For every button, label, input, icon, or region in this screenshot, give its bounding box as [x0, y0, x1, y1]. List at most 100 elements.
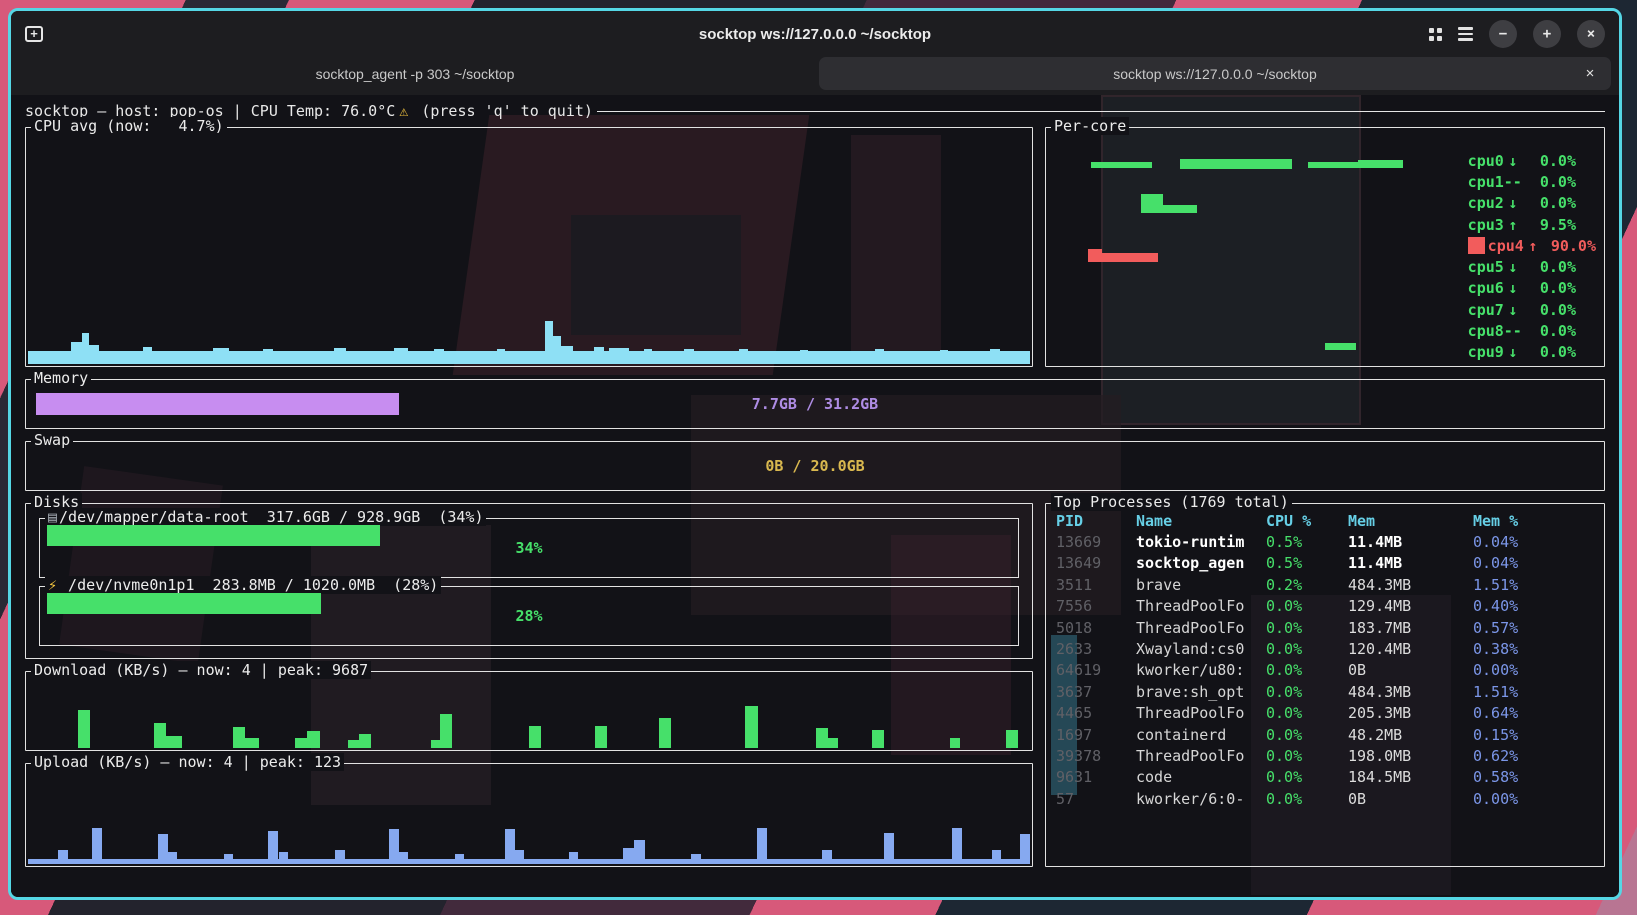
spark-bar	[739, 349, 748, 364]
process-cell: 0.38%	[1473, 640, 1596, 658]
core-value: 9.5%	[1522, 216, 1576, 234]
process-cell: Xwayland:cs0	[1136, 640, 1266, 658]
window-title: socktop ws://127.0.0.0 ~/socktop	[11, 26, 1619, 43]
process-cell: 11.4MB	[1348, 533, 1473, 551]
process-cell: 184.5MB	[1348, 768, 1473, 786]
process-table-body: 13669tokio-runtim0.5%11.4MB0.04%13649soc…	[1056, 531, 1596, 809]
process-cell: 183.7MB	[1348, 619, 1473, 637]
menu-icon[interactable]	[1458, 27, 1473, 41]
process-cell: 7556	[1056, 597, 1136, 615]
panel-title: CPU avg (now: 4.7%)	[31, 117, 227, 135]
process-cell: 0.64%	[1473, 704, 1596, 722]
top-processes-panel: Top Processes (1769 total) PID Name CPU …	[1045, 503, 1605, 867]
process-cell: 1.51%	[1473, 683, 1596, 701]
spark-bar	[78, 710, 90, 748]
core-activity-segment	[1088, 253, 1158, 262]
core-value: 0.0%	[1522, 173, 1576, 191]
core-activity-segment	[1091, 162, 1152, 168]
spark-bar	[497, 349, 505, 364]
disk-nvme: ⚡ /dev/nvme0n1p1 283.8MB / 1020.0MB (28%…	[39, 586, 1019, 646]
download-sparkline	[28, 686, 1030, 748]
memory-label: 7.7GB / 31.2GB	[26, 395, 1604, 413]
core-row: cpu9↓0.0%	[1468, 342, 1596, 363]
core-name: cpu7	[1468, 301, 1504, 319]
process-cell: 0.0%	[1266, 597, 1348, 615]
process-row: 5018ThreadPoolFo0.0%183.7MB0.57%	[1056, 617, 1596, 638]
core-value: 0.0%	[1522, 152, 1576, 170]
terminal-screen[interactable]: socktop — host: pop-os | CPU Temp: 76.0°…	[11, 95, 1619, 897]
spark-bar	[691, 854, 701, 864]
process-cell: 1.51%	[1473, 576, 1596, 594]
process-row: 13649socktop_agen0.5%11.4MB0.04%	[1056, 553, 1596, 574]
trend-icon: ↓	[1504, 194, 1522, 212]
core-name: cpu6	[1468, 279, 1504, 297]
process-cell: 484.3MB	[1348, 576, 1473, 594]
spark-bar	[434, 349, 444, 364]
disk-percent: 28%	[40, 607, 1018, 625]
trend-icon: ↑	[1524, 237, 1542, 255]
tab-socktop-agent[interactable]: socktop_agent -p 303 ~/socktop	[19, 57, 811, 90]
spark-bar	[745, 706, 758, 748]
spark-bar	[92, 828, 102, 864]
swap-label: 0B / 20.0GB	[26, 457, 1604, 475]
tab-close-icon[interactable]: ×	[1581, 65, 1599, 83]
process-cell: ThreadPoolFo	[1136, 619, 1266, 637]
core-value: 90.0%	[1542, 237, 1596, 255]
new-tab-icon[interactable]	[25, 26, 43, 42]
hot-core-marker	[1468, 237, 1485, 254]
process-cell: 57	[1056, 790, 1136, 808]
spark-bar	[950, 738, 960, 748]
spark-bar	[431, 740, 440, 748]
spark-bar	[990, 349, 1000, 364]
spark-bar	[143, 347, 152, 364]
core-row: cpu8--0.0%	[1468, 320, 1596, 341]
maximize-button[interactable]: +	[1533, 20, 1561, 48]
spark-bar	[884, 833, 894, 864]
process-row: 64619kworker/u80:0.0%0B0.00%	[1056, 660, 1596, 681]
process-row: 39378ThreadPoolFo0.0%198.0MB0.62%	[1056, 745, 1596, 766]
minimize-button[interactable]: −	[1489, 20, 1517, 48]
core-name: cpu5	[1468, 258, 1504, 276]
core-row: cpu1--0.0%	[1468, 171, 1596, 192]
process-cell: 0.40%	[1473, 597, 1596, 615]
process-cell: 0.00%	[1473, 661, 1596, 679]
spark-bar	[800, 350, 808, 364]
cpu-avg-sparkline	[28, 142, 1030, 364]
disk-data-root: ▤/dev/mapper/data-root 317.6GB / 928.9GB…	[39, 518, 1019, 578]
spark-bar	[71, 342, 82, 364]
spark-bar	[359, 734, 371, 748]
process-table-header: PID Name CPU % Mem Mem %	[1056, 510, 1596, 531]
core-value: 0.0%	[1522, 258, 1576, 276]
disk-icon: ▤	[48, 508, 57, 526]
trend-icon: ↓	[1504, 343, 1522, 361]
col-pid: PID	[1056, 512, 1136, 530]
col-memp: Mem %	[1473, 512, 1596, 530]
close-button[interactable]: ×	[1577, 20, 1605, 48]
trend-icon: --	[1504, 173, 1522, 191]
col-cpu: CPU %	[1266, 512, 1348, 530]
process-cell: 0.62%	[1473, 747, 1596, 765]
titlebar[interactable]: socktop ws://127.0.0.0 ~/socktop − + ×	[11, 11, 1619, 57]
core-name: cpu1	[1468, 173, 1504, 191]
process-row: 4465ThreadPoolFo0.0%205.3MB0.64%	[1056, 703, 1596, 724]
terminal-window: socktop ws://127.0.0.0 ~/socktop − + × s…	[8, 8, 1622, 900]
process-cell: tokio-runtim	[1136, 533, 1266, 551]
process-cell: 0.0%	[1266, 790, 1348, 808]
tiling-icon[interactable]	[1429, 28, 1442, 41]
tab-socktop-active[interactable]: socktop ws://127.0.0.0 ~/socktop ×	[819, 57, 1611, 90]
spark-bar	[634, 840, 645, 864]
core-value: 0.0%	[1522, 301, 1576, 319]
spark-bar	[399, 852, 408, 864]
core-row: cpu7↓0.0%	[1468, 299, 1596, 320]
process-cell: 0.0%	[1266, 619, 1348, 637]
process-cell: 0.0%	[1266, 704, 1348, 722]
spark-bar	[545, 321, 553, 364]
core-name: cpu8	[1468, 322, 1504, 340]
process-cell: 120.4MB	[1348, 640, 1473, 658]
spark-bar	[872, 730, 884, 748]
process-cell: 0B	[1348, 790, 1473, 808]
core-value: 0.0%	[1522, 194, 1576, 212]
spark-bar	[952, 828, 962, 864]
spark-bar	[224, 854, 233, 864]
spark-bar	[684, 349, 694, 364]
